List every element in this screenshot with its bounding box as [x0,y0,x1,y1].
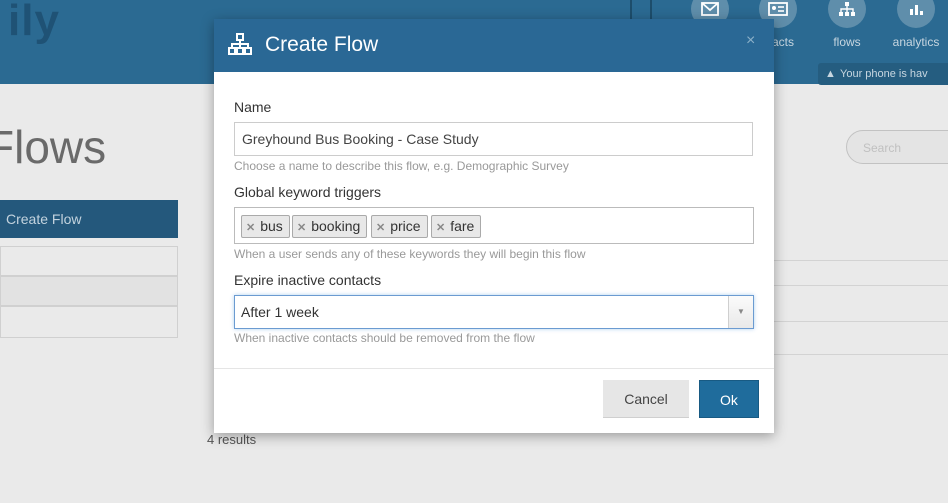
flow-name-input[interactable]: Greyhound Bus Booking - Case Study [234,122,753,156]
expire-select[interactable]: After 1 week ▼ [234,295,754,329]
keywords-label: Global keyword triggers [234,184,382,200]
remove-tag-icon[interactable]: ✕ [297,222,306,234]
keyword-tag[interactable]: ✕ booking [292,215,368,238]
tag-label: booking [311,218,361,234]
dialog-title: Create Flow [265,33,379,56]
cancel-button[interactable]: Cancel [603,380,689,418]
flow-icon [228,33,252,55]
expire-selected-value: After 1 week [241,304,319,320]
close-icon[interactable]: × [746,32,755,50]
tag-label: price [390,218,421,234]
footer-divider [214,368,774,369]
remove-tag-icon[interactable]: ✕ [376,222,385,234]
keyword-tag[interactable]: ✕ fare [431,215,482,238]
ok-button[interactable]: Ok [699,380,759,418]
keyword-tag[interactable]: ✕ bus [241,215,290,238]
name-label: Name [234,99,272,115]
name-hint: Choose a name to describe this flow, e.g… [234,159,569,173]
expire-hint: When inactive contacts should be removed… [234,331,535,345]
create-flow-dialog: Create Flow × Name Greyhound Bus Booking… [214,19,774,433]
expire-label: Expire inactive contacts [234,272,382,288]
keyword-tags-input[interactable]: ✕ bus ✕ booking ✕ price ✕ fare [234,207,754,244]
keywords-hint: When a user sends any of these keywords … [234,247,586,261]
remove-tag-icon[interactable]: ✕ [436,222,445,234]
keyword-tag[interactable]: ✕ price [371,215,428,238]
dialog-header: Create Flow × [214,19,774,72]
tag-label: bus [260,218,283,234]
tag-label: fare [450,218,475,234]
chevron-down-icon[interactable]: ▼ [728,296,753,328]
remove-tag-icon[interactable]: ✕ [246,222,255,234]
